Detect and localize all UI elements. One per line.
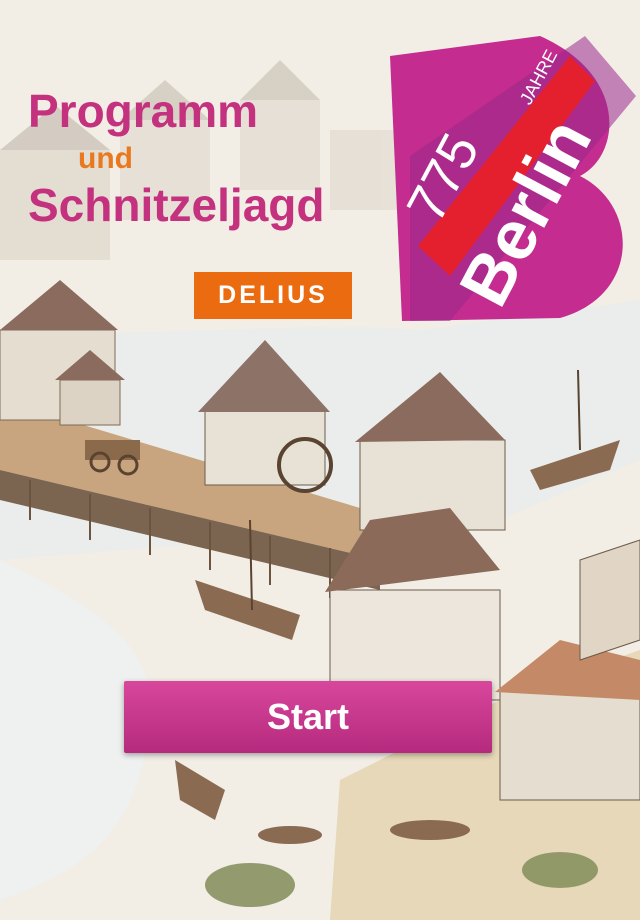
start-button[interactable]: Start (124, 681, 492, 753)
title-line-und: und (78, 142, 133, 175)
title-line-schnitzeljagd: Schnitzeljagd (28, 179, 325, 231)
delius-label: DELIUS (218, 281, 328, 309)
berlin-775-logo: 775 JAHRE Berlin (390, 36, 636, 321)
delius-publisher-logo: DELIUS (194, 272, 352, 319)
title-line-programm: Programm (28, 85, 259, 137)
